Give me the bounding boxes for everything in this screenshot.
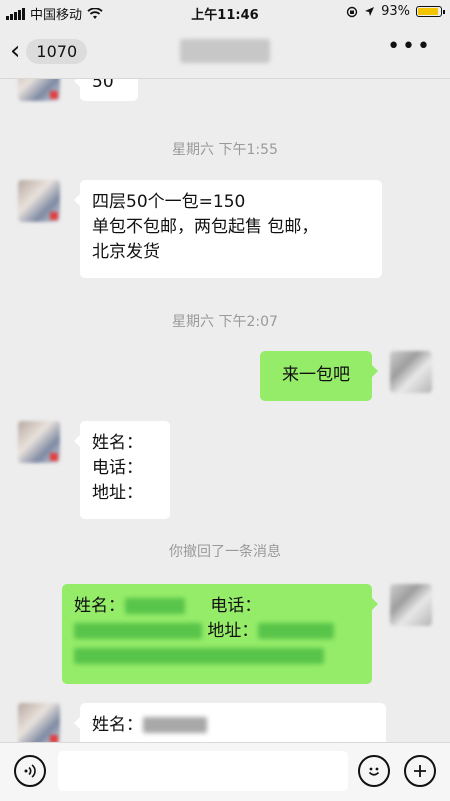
recall-notice: 你撤回了一条消息 bbox=[169, 544, 281, 560]
chat-title-blurred bbox=[180, 39, 270, 63]
outgoing-message[interactable]: 姓名： 电话： 地址： bbox=[62, 584, 378, 684]
redacted-address bbox=[258, 623, 335, 639]
timestamp: 星期六 下午2:07 bbox=[172, 314, 278, 330]
message-line: 单包不包邮，两包起售 包邮， bbox=[92, 217, 319, 237]
back-button[interactable]: ‹ 1070 bbox=[10, 36, 88, 66]
outgoing-message[interactable]: 来一包吧 bbox=[260, 351, 378, 401]
unread-count-badge: 1070 bbox=[26, 38, 88, 64]
voice-button[interactable] bbox=[14, 755, 46, 787]
name-label: 姓名： bbox=[74, 596, 125, 616]
message-line: 地址： bbox=[74, 619, 360, 644]
incoming-message[interactable]: 50 bbox=[74, 79, 138, 101]
battery-percent: 93% bbox=[381, 4, 410, 19]
message-line: 电话： bbox=[92, 458, 143, 478]
battery-icon bbox=[416, 6, 445, 17]
incoming-message[interactable]: 四层50个一包=150 单包不包邮，两包起售 包邮， 北京发货 bbox=[74, 180, 382, 278]
redacted-phone bbox=[74, 623, 202, 639]
message-text: 来一包吧 bbox=[282, 365, 350, 385]
location-icon bbox=[365, 7, 375, 16]
chevron-left-icon: ‹ bbox=[10, 36, 21, 66]
contact-avatar[interactable] bbox=[18, 703, 60, 742]
incoming-message[interactable]: 姓名： bbox=[74, 703, 386, 742]
phone-label: 电话： bbox=[210, 596, 262, 616]
emoji-button[interactable] bbox=[358, 755, 390, 787]
name-label: 姓名： bbox=[92, 715, 143, 735]
message-line: 姓名： 电话： bbox=[74, 594, 360, 619]
plus-icon bbox=[414, 765, 426, 777]
message-line: 北京发货 bbox=[92, 242, 160, 262]
plus-button[interactable] bbox=[404, 755, 436, 787]
redacted-name bbox=[125, 598, 185, 614]
contact-avatar[interactable] bbox=[18, 180, 60, 222]
address-label: 地址： bbox=[207, 621, 259, 641]
voice-icon bbox=[24, 764, 36, 778]
self-avatar[interactable] bbox=[390, 351, 432, 393]
message-list[interactable]: 50 星期六 下午1:55 四层50个一包=150 单包不包邮，两包起售 包邮，… bbox=[0, 79, 450, 742]
self-avatar[interactable] bbox=[390, 584, 432, 626]
timestamp: 星期六 下午1:55 bbox=[172, 142, 278, 158]
battery-fill bbox=[418, 8, 439, 15]
contact-avatar[interactable] bbox=[18, 421, 60, 463]
message-input[interactable] bbox=[58, 751, 348, 791]
nav-bar: ‹ 1070 ••• bbox=[0, 26, 450, 79]
contact-avatar[interactable] bbox=[18, 79, 60, 101]
message-line: 四层50个一包=150 bbox=[92, 192, 246, 212]
status-bar: 中国移动 上午11:46 93% bbox=[0, 0, 450, 26]
message-text: 50 bbox=[92, 79, 114, 92]
incoming-message[interactable]: 姓名： 电话： 地址： bbox=[74, 421, 170, 519]
lock-rotation-icon bbox=[346, 6, 358, 17]
emoji-icon bbox=[368, 767, 380, 776]
message-line bbox=[74, 644, 360, 669]
input-bar bbox=[0, 742, 450, 801]
message-line: 姓名： bbox=[92, 433, 143, 453]
message-line: 地址： bbox=[92, 483, 143, 503]
redacted-name bbox=[143, 717, 207, 733]
redacted-address-continued bbox=[74, 648, 324, 664]
status-right: 93% bbox=[346, 4, 445, 19]
more-options-button[interactable]: ••• bbox=[387, 34, 432, 59]
